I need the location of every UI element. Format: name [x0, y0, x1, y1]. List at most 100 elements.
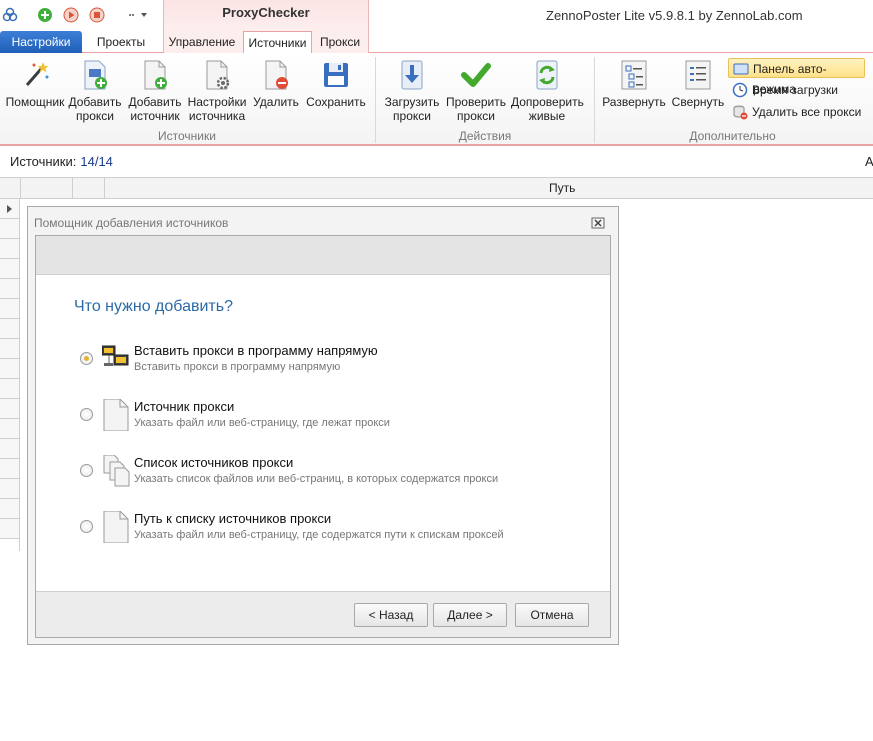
grid-header: Путь — [0, 177, 873, 199]
context-tab-header: ProxyChecker — [163, 0, 369, 31]
collapse-tree-icon — [682, 59, 714, 91]
table-row[interactable] — [0, 479, 19, 499]
radio-button[interactable] — [80, 408, 93, 421]
option-title: Путь к списку источников прокси — [134, 511, 332, 526]
sources-counter-label: Источники: — [10, 154, 77, 169]
collapse-label: Свернуть — [671, 95, 725, 109]
group-separator — [594, 57, 595, 143]
recheck-alive-button[interactable]: Допроверить живые — [511, 59, 584, 123]
cancel-button[interactable]: Отмена — [515, 603, 589, 627]
collapse-button[interactable]: Свернуть — [670, 59, 726, 109]
delete-all-proxies-label: Удалить все прокси — [752, 105, 862, 119]
option-source-list[interactable]: Список источников прокси Указать список … — [80, 454, 600, 495]
checkmark-icon — [460, 59, 492, 91]
option-description: Указать файл или веб-страницу, где лежат… — [134, 417, 390, 429]
context-tab-title: ProxyChecker — [222, 5, 310, 20]
tab-sources[interactable]: Источники — [243, 31, 312, 54]
tab-settings[interactable]: Настройки — [0, 31, 82, 53]
source-settings-icon — [201, 59, 233, 91]
save-button[interactable]: Сохранить — [305, 59, 367, 109]
group-label-additional: Дополнительно — [689, 129, 776, 143]
grid-header-column[interactable] — [73, 178, 105, 198]
cut-off-label: А — [865, 154, 873, 169]
table-row[interactable] — [0, 219, 19, 239]
table-row[interactable] — [0, 459, 19, 479]
grid-header-path[interactable]: Путь — [549, 181, 575, 195]
add-source-icon — [139, 59, 171, 91]
radio-button[interactable] — [80, 352, 93, 365]
table-row[interactable] — [0, 499, 19, 519]
sources-counter-value: 14/14 — [80, 154, 113, 169]
expand-button[interactable]: Развернуть — [601, 59, 667, 109]
table-row[interactable] — [0, 319, 19, 339]
table-row[interactable] — [0, 439, 19, 459]
document-icon — [102, 398, 130, 432]
refresh-icon — [531, 59, 563, 91]
table-row[interactable] — [0, 519, 19, 539]
table-row[interactable] — [0, 299, 19, 319]
title-bar: ProxyChecker ZennoPoster Lite v5.9.8.1 b… — [0, 0, 873, 31]
database-delete-icon — [732, 104, 748, 120]
close-icon[interactable] — [591, 216, 605, 230]
table-row[interactable] — [0, 259, 19, 279]
auto-panel-button[interactable]: Панель авто-режима — [728, 58, 865, 96]
save-label: Сохранить — [306, 95, 366, 109]
add-icon[interactable] — [37, 7, 53, 23]
tab-management[interactable]: Управление — [166, 31, 238, 53]
current-row-arrow-icon — [7, 205, 12, 213]
option-description: Вставить прокси в программу напрямую — [134, 361, 341, 373]
floppy-disk-icon — [320, 59, 352, 91]
option-description: Указать файл или веб-страницу, где содер… — [134, 529, 504, 541]
ribbon-tab-strip: Настройки Проекты Управление Источники П… — [0, 31, 873, 54]
source-settings-label-1: Настройки — [187, 95, 247, 109]
dialog-question: Что нужно добавить? — [74, 298, 233, 315]
add-source-label-1: Добавить — [128, 95, 182, 109]
next-button[interactable]: Далее > — [433, 603, 507, 627]
table-row[interactable] — [0, 359, 19, 379]
option-source-list-path[interactable]: Путь к списку источников прокси Указать … — [80, 510, 600, 551]
load-proxy-button[interactable]: Загрузить прокси — [383, 59, 441, 123]
table-row[interactable] — [0, 239, 19, 259]
group-label-sources: Источники — [158, 129, 216, 143]
check-proxy-button[interactable]: Проверить прокси — [445, 59, 507, 123]
recheck-alive-label-1: Допроверить — [511, 95, 584, 109]
table-row[interactable] — [0, 339, 19, 359]
wizard-button[interactable]: Помощник — [5, 59, 65, 109]
delete-button[interactable]: Удалить — [252, 59, 300, 109]
table-row[interactable] — [0, 379, 19, 399]
delete-all-proxies-button[interactable]: Удалить все прокси — [728, 102, 868, 122]
app-logo-icon[interactable] — [2, 7, 18, 23]
table-row[interactable] — [0, 399, 19, 419]
table-row[interactable] — [0, 419, 19, 439]
load-time-button[interactable]: Время загрузки — [728, 80, 865, 100]
radio-button[interactable] — [80, 464, 93, 477]
tab-projects[interactable]: Проекты — [88, 31, 154, 53]
grid-header-column[interactable] — [21, 178, 73, 198]
add-source-button[interactable]: Добавить источник — [127, 59, 183, 123]
back-button[interactable]: < Назад — [354, 603, 428, 627]
delete-icon — [260, 59, 292, 91]
tab-proxies[interactable]: Прокси — [315, 31, 365, 53]
table-row[interactable] — [0, 279, 19, 299]
radio-button[interactable] — [80, 520, 93, 533]
sources-counter: Источники: 14/14 — [10, 154, 113, 169]
add-proxy-button[interactable]: Добавить прокси — [68, 59, 122, 123]
clock-icon — [732, 82, 748, 98]
expand-label: Развернуть — [602, 95, 666, 109]
source-settings-button[interactable]: Настройки источника — [187, 59, 247, 123]
table-row[interactable] — [0, 199, 19, 219]
option-title: Список источников прокси — [134, 455, 294, 470]
panel-icon — [733, 61, 749, 77]
window-title: ZennoPoster Lite v5.9.8.1 by ZennoLab.co… — [546, 8, 803, 23]
add-proxy-label-1: Добавить — [68, 95, 122, 109]
option-paste-proxies[interactable]: Вставить прокси в программу напрямую Вст… — [80, 343, 600, 383]
document-icon — [102, 510, 130, 544]
dialog-footer: < Назад Далее > Отмена — [36, 591, 610, 637]
grid-header-indicator — [0, 178, 21, 198]
option-proxy-source[interactable]: Источник прокси Указать файл или веб-стр… — [80, 398, 600, 439]
group-label-actions: Действия — [458, 129, 512, 143]
add-proxy-label-2: прокси — [76, 109, 114, 123]
play-icon[interactable] — [63, 7, 79, 23]
quick-access-menu-icon[interactable] — [126, 7, 147, 23]
stop-icon[interactable] — [89, 7, 105, 23]
